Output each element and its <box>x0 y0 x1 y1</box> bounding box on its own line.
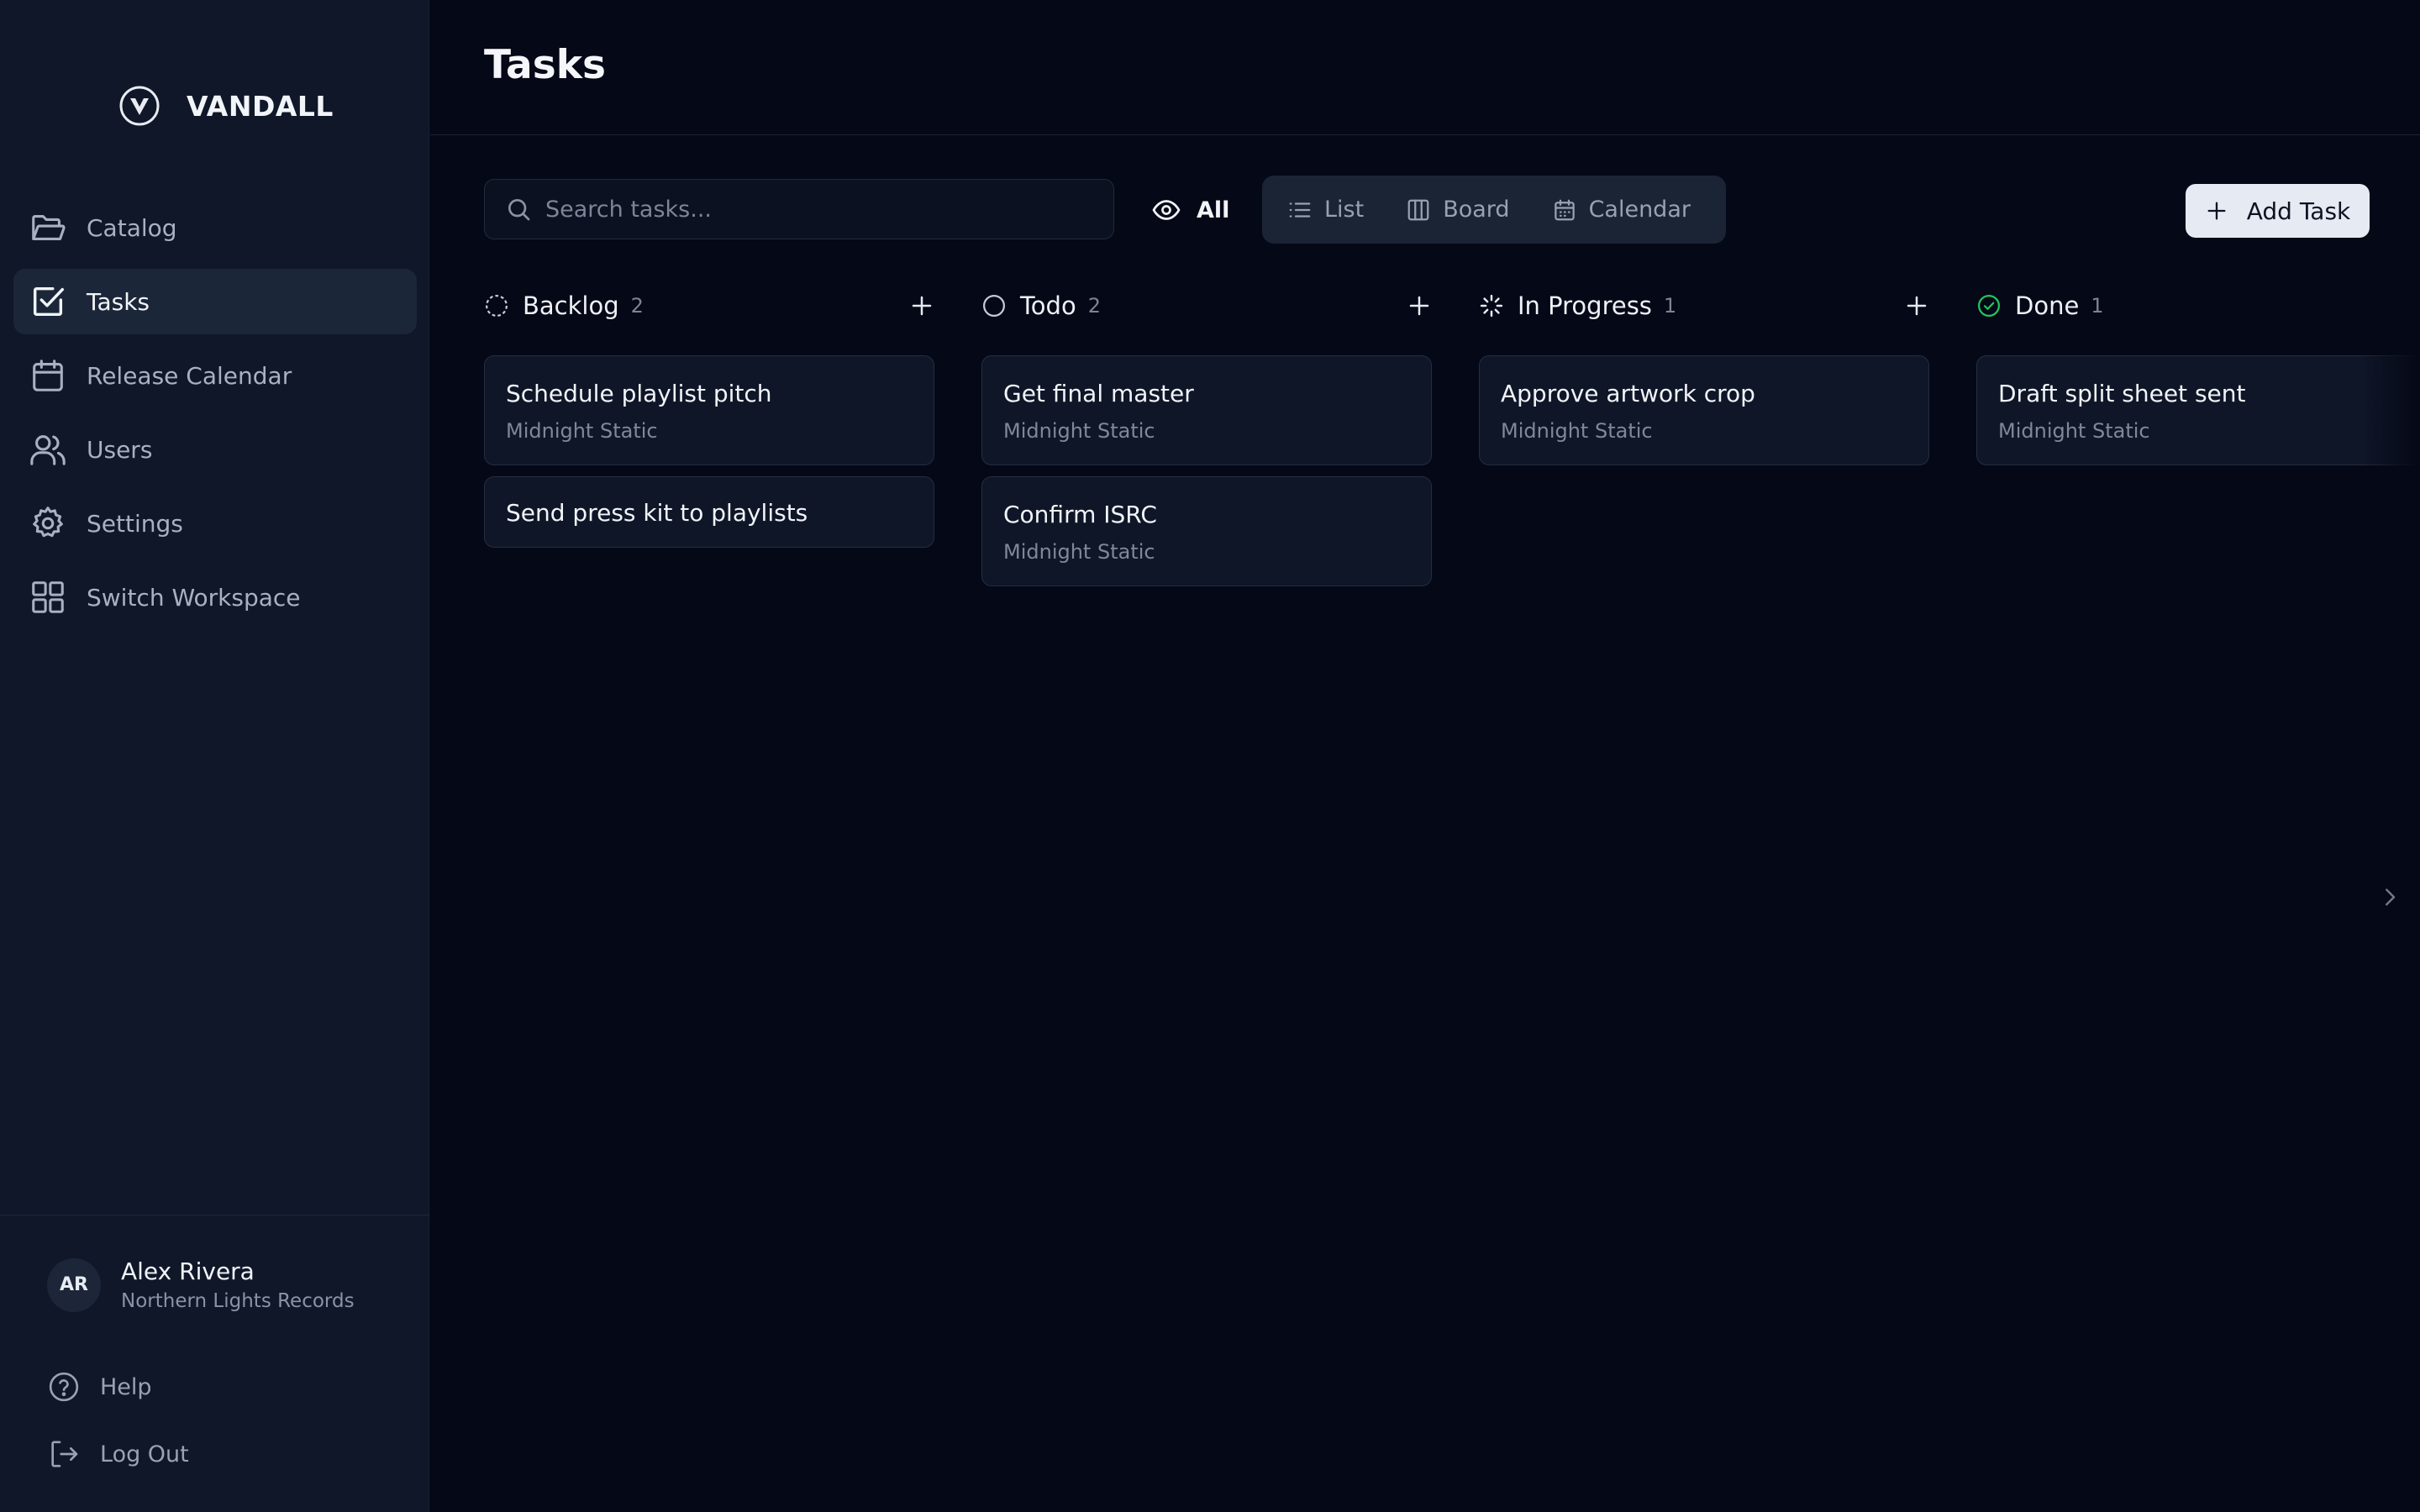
column-todo: Todo 2 Get final master Midnight Static … <box>981 286 1432 597</box>
user-org: Northern Lights Records <box>121 1290 355 1312</box>
column-count: 2 <box>1087 294 1101 318</box>
add-task-button[interactable]: Add Task <box>2186 184 2370 238</box>
sidebar-item-settings[interactable]: Settings <box>13 491 417 556</box>
task-release: Midnight Static <box>1501 419 1653 443</box>
task-card[interactable]: Draft split sheet sent Midnight Static <box>1976 355 2420 465</box>
sidebar-item-label: Settings <box>87 509 183 538</box>
sidebar-item-release-calendar[interactable]: Release Calendar <box>13 343 417 408</box>
help-button[interactable]: Help <box>47 1370 152 1404</box>
column-done: Done 1 Draft split sheet sent Midnight S… <box>1976 286 2420 476</box>
grid-icon <box>32 581 64 613</box>
sidebar-item-label: Tasks <box>87 287 150 316</box>
task-release: Midnight Static <box>1003 540 1155 564</box>
user-profile[interactable]: AR Alex Rivera Northern Lights Records <box>47 1257 355 1312</box>
column-count: 2 <box>630 294 644 318</box>
chevron-right-icon[interactable] <box>2377 885 2402 910</box>
task-release: Midnight Static <box>506 419 658 443</box>
list-icon <box>1289 202 1311 218</box>
page-title: Tasks <box>484 42 606 88</box>
task-card[interactable]: Schedule playlist pitch Midnight Static <box>484 355 934 465</box>
calendar-icon <box>1554 199 1575 220</box>
column-title: Done <box>2015 291 2080 320</box>
gear-icon <box>33 507 63 538</box>
view-list-label: List <box>1324 197 1365 223</box>
logout-button[interactable]: Log Out <box>47 1437 189 1471</box>
view-switcher: List Board Calendar <box>1262 176 1726 244</box>
logo[interactable]: VANDALL <box>118 85 334 127</box>
dashed-circle-icon <box>486 295 508 317</box>
column-header: In Progress 1 <box>1479 286 1929 326</box>
column-header: Todo 2 <box>981 286 1432 326</box>
help-circle-icon <box>49 1372 79 1402</box>
logout-label: Log Out <box>100 1441 189 1467</box>
folder-open-icon <box>32 215 66 240</box>
task-title: Schedule playlist pitch <box>506 380 772 407</box>
add-card-plus-icon[interactable] <box>909 293 934 318</box>
main-content: Tasks All List Board <box>430 0 2420 1512</box>
task-card[interactable]: Confirm ISRC Midnight Static <box>981 476 1432 586</box>
users-icon <box>30 435 66 465</box>
sidebar-item-switch-workspace[interactable]: Switch Workspace <box>13 564 417 630</box>
view-board-label: Board <box>1443 197 1510 223</box>
search-icon <box>508 199 530 221</box>
header-divider <box>430 134 2420 135</box>
sidebar-item-label: Release Calendar <box>87 361 292 390</box>
logout-icon <box>51 1441 78 1467</box>
visibility-filter-button[interactable]: All <box>1151 188 1229 232</box>
task-card[interactable]: Get final master Midnight Static <box>981 355 1432 465</box>
column-count: 1 <box>2091 294 2104 318</box>
column-backlog: Backlog 2 Schedule playlist pitch Midnig… <box>484 286 934 559</box>
circle-icon <box>983 295 1005 317</box>
task-title: Confirm ISRC <box>1003 501 1157 528</box>
eye-icon <box>1152 200 1181 220</box>
sidebar: VANDALL Catalog Tasks Release Calendar U… <box>0 0 429 1512</box>
sidebar-item-catalog[interactable]: Catalog <box>13 195 417 260</box>
sidebar-nav: Catalog Tasks Release Calendar Users Set… <box>13 195 417 638</box>
calendar-icon <box>33 360 63 391</box>
sidebar-item-label: Switch Workspace <box>87 583 301 612</box>
avatar: AR <box>47 1257 101 1312</box>
task-card[interactable]: Send press kit to playlists <box>484 476 934 548</box>
task-title: Draft split sheet sent <box>1998 380 2246 407</box>
loader-icon <box>1480 294 1503 318</box>
task-title: Get final master <box>1003 380 1194 407</box>
column-header: Backlog 2 <box>484 286 934 326</box>
task-card[interactable]: Approve artwork crop Midnight Static <box>1479 355 1929 465</box>
check-circle-icon <box>1978 295 2000 317</box>
task-release: Midnight Static <box>1998 419 2150 443</box>
column-title: In Progress <box>1518 291 1652 320</box>
checkbox-icon <box>33 286 64 317</box>
sidebar-item-label: Catalog <box>87 213 177 242</box>
filter-label: All <box>1197 197 1230 223</box>
sidebar-item-users[interactable]: Users <box>13 417 417 482</box>
task-release: Midnight Static <box>1003 419 1155 443</box>
column-count: 1 <box>1663 294 1677 318</box>
add-card-plus-icon[interactable] <box>1904 293 1929 318</box>
help-label: Help <box>100 1373 152 1400</box>
view-calendar-button[interactable]: Calendar <box>1552 197 1691 223</box>
search-box[interactable] <box>484 179 1114 239</box>
add-task-label: Add Task <box>2246 197 2351 225</box>
sidebar-item-label: Users <box>87 435 153 464</box>
view-list-button[interactable]: List <box>1287 197 1364 223</box>
user-name: Alex Rivera <box>121 1257 255 1285</box>
column-header: Done 1 <box>1976 286 2420 326</box>
sidebar-item-tasks[interactable]: Tasks <box>13 269 417 334</box>
view-board-button[interactable]: Board <box>1406 197 1510 223</box>
board-columns-icon <box>1407 199 1429 220</box>
task-title: Send press kit to playlists <box>506 499 808 527</box>
task-title: Approve artwork crop <box>1501 380 1755 407</box>
plus-icon <box>2207 202 2226 220</box>
column-title: Backlog <box>523 291 619 320</box>
logo-text: VANDALL <box>187 89 334 123</box>
column-title: Todo <box>1020 291 1076 320</box>
add-card-plus-icon[interactable] <box>1407 293 1432 318</box>
view-calendar-label: Calendar <box>1588 197 1691 223</box>
column-in-progress: In Progress 1 Approve artwork crop Midni… <box>1479 286 1929 476</box>
search-input[interactable] <box>545 196 1083 223</box>
vandall-logo-icon <box>119 86 160 126</box>
